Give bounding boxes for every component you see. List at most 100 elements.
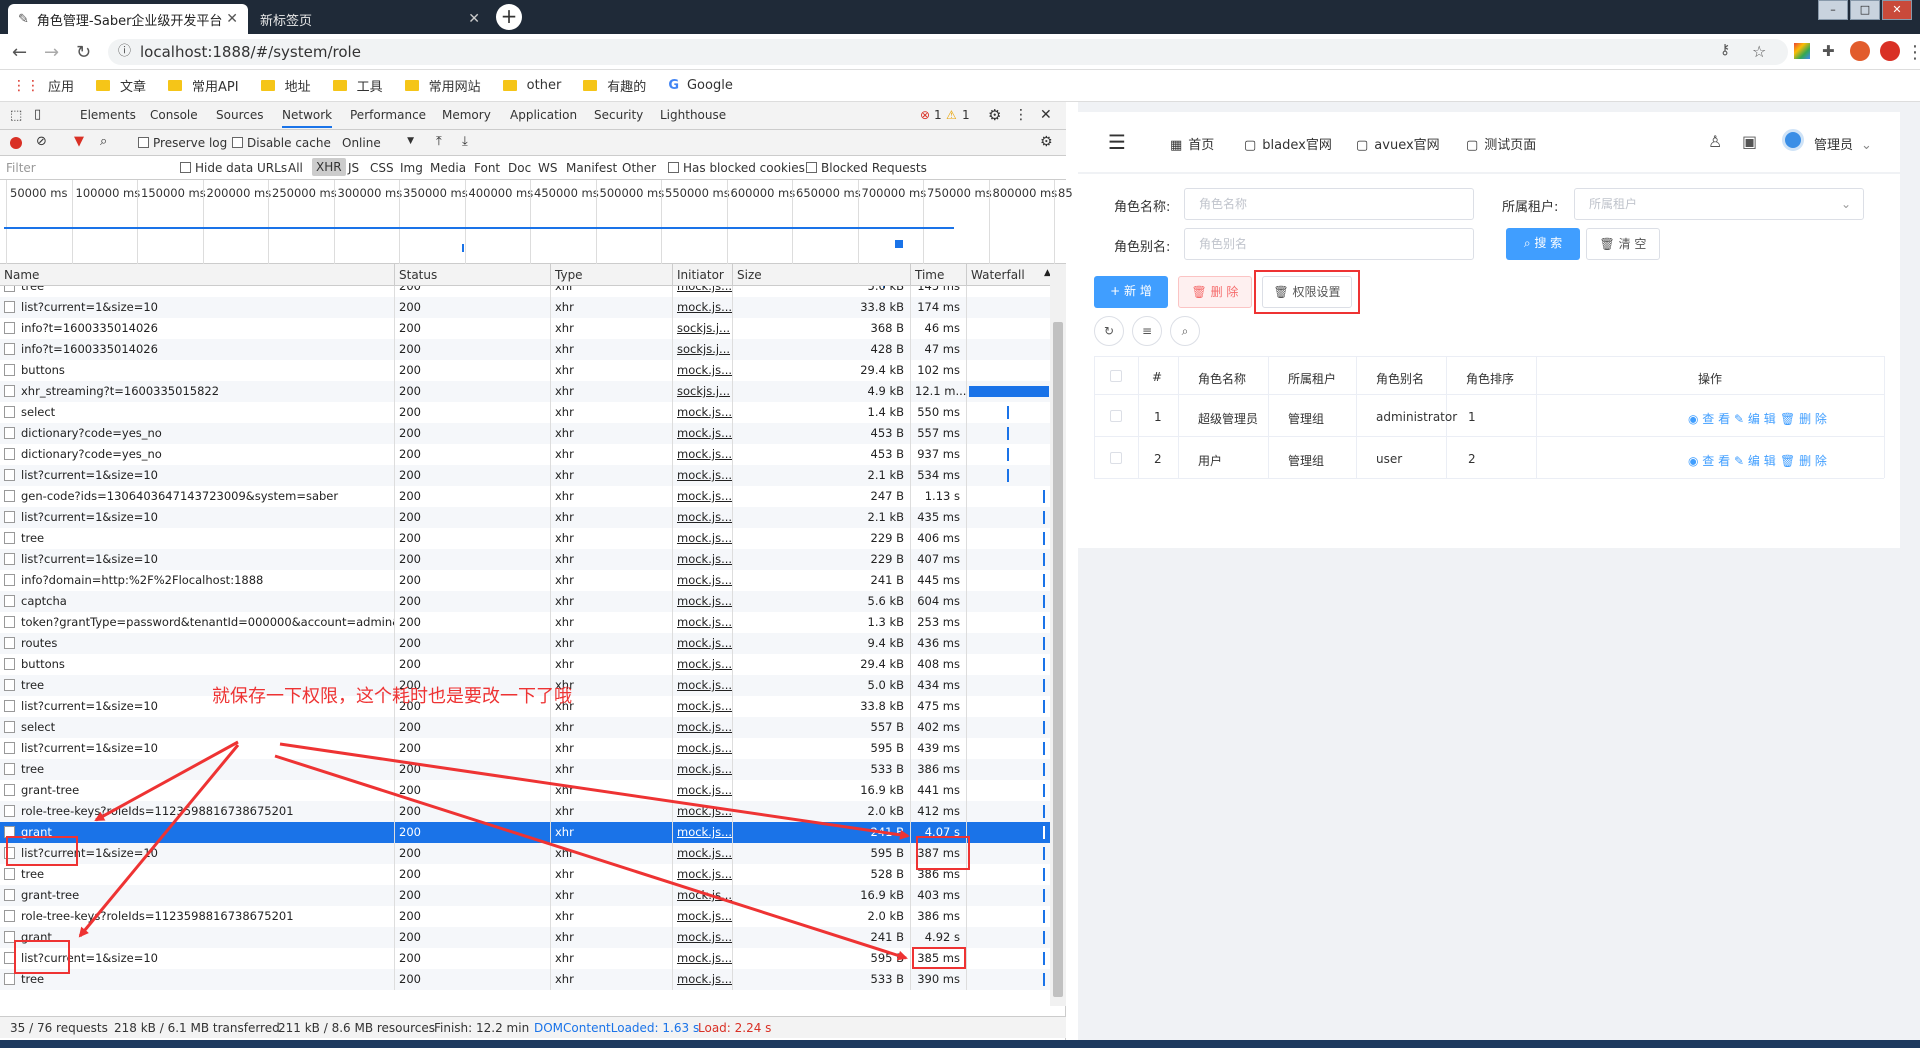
hamburger-menu-icon[interactable]: ☰ <box>1108 130 1126 154</box>
arrow-to-grant-2 <box>78 744 240 938</box>
highlight-time-1 <box>916 836 970 870</box>
edit-label: 编 辑 <box>1747 412 1776 426</box>
delete-button-label: 删 除 <box>1210 285 1239 299</box>
eye-icon: ◉ <box>1688 412 1703 426</box>
checkbox-icon <box>1110 410 1122 422</box>
table-border <box>1268 356 1269 478</box>
table-border <box>1356 356 1357 478</box>
chevron-down-icon: ⌄ <box>1840 197 1851 211</box>
search-button[interactable]: ⌕ 搜 索 <box>1506 228 1580 260</box>
tenant-label: 所属租户: <box>1502 200 1559 215</box>
trash-icon: 🗑 <box>1780 454 1800 468</box>
key-icon[interactable]: ⚷ <box>1720 42 1730 58</box>
table-border <box>1178 356 1179 478</box>
nav-home[interactable]: ▦ 首页 <box>1170 134 1214 153</box>
th-tenant: 所属租户 <box>1288 372 1337 386</box>
checkbox-icon <box>1110 452 1122 464</box>
extension-icon[interactable] <box>1794 43 1810 59</box>
table-border <box>1094 356 1884 357</box>
nav-avuex[interactable]: ▢ avuex官网 <box>1356 134 1440 153</box>
columns-setting-icon[interactable]: ≡ <box>1132 316 1162 346</box>
trash-icon: 🗑 <box>1599 237 1619 251</box>
menu-icon[interactable]: ⋮ <box>1906 42 1920 63</box>
highlight-grant-1 <box>6 836 78 866</box>
highlight-time-2 <box>912 947 966 969</box>
minimize-icon[interactable]: – <box>1818 0 1848 20</box>
cell-role-name: 用户 <box>1198 454 1223 468</box>
user-dropdown[interactable]: 管理员 ⌄ <box>1814 134 1872 153</box>
theme-shirt-icon[interactable]: ♙ <box>1708 132 1722 151</box>
os-taskbar <box>0 1040 1920 1048</box>
page-scrollbar[interactable] <box>1900 102 1920 1040</box>
close-window-icon[interactable]: ✕ <box>1882 0 1912 20</box>
role-management-panel: 角色名称: 角色名称 所属租户: 所属租户 ⌄ 角色别名: 角色别名 ⌕ 搜 索… <box>1078 174 1900 548</box>
delete-link[interactable]: 🗑 删 除 <box>1780 452 1827 469</box>
screen-lock-icon[interactable]: ▣ <box>1742 132 1757 151</box>
search-button-label: 搜 索 <box>1534 236 1563 250</box>
star-icon[interactable]: ☆ <box>1752 42 1766 61</box>
table-border <box>1094 436 1884 437</box>
select-all-checkbox[interactable] <box>1110 370 1122 385</box>
view-link[interactable]: ◉ 查 看 <box>1688 452 1730 469</box>
cell-sort: 2 <box>1468 452 1476 466</box>
edit-icon: ✎ <box>1734 412 1748 426</box>
cell-alias: user <box>1376 452 1403 466</box>
highlight-grant-2 <box>14 940 70 974</box>
nav-test[interactable]: ▢ 测试页面 <box>1466 134 1536 153</box>
refresh-icon[interactable]: ↻ <box>1094 316 1124 346</box>
avatar[interactable] <box>1850 41 1870 61</box>
saber-app: ☰ ▦ 首页 ▢ bladex官网 ▢ avuex官网 ▢ 测试页面 ♙ ▣ 管理员 ⌄ … <box>1078 102 1920 1040</box>
app-header: ☰ ▦ 首页 ▢ bladex官网 ▢ avuex官网 ▢ 测试页面 ♙ ▣ 管理员 ⌄ <box>1078 112 1900 172</box>
trash-icon: 🗑 <box>1780 412 1800 426</box>
annotation-arrows <box>78 740 910 961</box>
th-role-name: 角色名称 <box>1198 372 1247 386</box>
table-border <box>1138 356 1139 478</box>
delete-label: 删 除 <box>1799 412 1827 426</box>
view-label: 查 看 <box>1702 412 1731 426</box>
document-icon: ▢ <box>1356 138 1369 153</box>
cell-role-name: 超级管理员 <box>1198 412 1259 426</box>
edit-link[interactable]: ✎ 编 辑 <box>1734 452 1776 469</box>
maximize-icon[interactable]: □ <box>1850 0 1880 20</box>
th-alias: 角色别名 <box>1376 372 1425 386</box>
nav-label: bladex官网 <box>1262 138 1332 153</box>
add-button[interactable]: + 新 增 <box>1094 276 1168 308</box>
annotation-text: 就保存一下权限，这个耗时也是要改一下了哦 <box>212 686 572 707</box>
table-border <box>1094 478 1884 479</box>
edit-link[interactable]: ✎ 编 辑 <box>1734 410 1776 427</box>
alias-label: 角色别名: <box>1114 240 1171 255</box>
row-checkbox[interactable] <box>1110 410 1122 425</box>
cell-tenant: 管理组 <box>1288 454 1325 468</box>
table-border <box>1094 394 1884 395</box>
row-checkbox[interactable] <box>1110 452 1122 467</box>
table-border <box>1884 356 1885 478</box>
cell-alias: administrator <box>1376 410 1458 424</box>
tenant-select[interactable]: 所属租户 ⌄ <box>1574 188 1864 220</box>
view-link[interactable]: ◉ 查 看 <box>1688 410 1730 427</box>
alias-input[interactable]: 角色别名 <box>1184 228 1474 260</box>
nav-bladex[interactable]: ▢ bladex官网 <box>1244 134 1332 153</box>
cell-index: 1 <box>1154 410 1162 424</box>
add-button-label: 新 增 <box>1124 284 1152 298</box>
table-border <box>1094 356 1095 478</box>
table-border <box>1536 356 1537 478</box>
delete-button[interactable]: 🗑 删 除 <box>1178 276 1252 308</box>
role-name-input[interactable]: 角色名称 <box>1184 188 1474 220</box>
edit-icon: ✎ <box>1734 454 1748 468</box>
user-avatar[interactable] <box>1782 129 1804 151</box>
cell-tenant: 管理组 <box>1288 412 1325 426</box>
update-icon[interactable] <box>1880 41 1900 61</box>
arrow-to-time-1 <box>279 742 910 840</box>
checkbox-icon <box>1110 370 1122 382</box>
highlight-permission-button <box>1254 270 1360 314</box>
tenant-placeholder: 所属租户 <box>1589 197 1638 211</box>
th-ops: 操作 <box>1698 372 1723 386</box>
search-toggle-icon[interactable]: ⌕ <box>1170 316 1200 346</box>
delete-label: 删 除 <box>1799 454 1827 468</box>
puzzle-icon[interactable]: ✚ <box>1822 42 1835 60</box>
role-name-label: 角色名称: <box>1114 200 1171 215</box>
document-icon: ▢ <box>1466 138 1479 153</box>
clear-button[interactable]: 🗑 清 空 <box>1586 228 1660 260</box>
nav-label: 首页 <box>1188 138 1215 153</box>
delete-link[interactable]: 🗑 删 除 <box>1780 410 1827 427</box>
